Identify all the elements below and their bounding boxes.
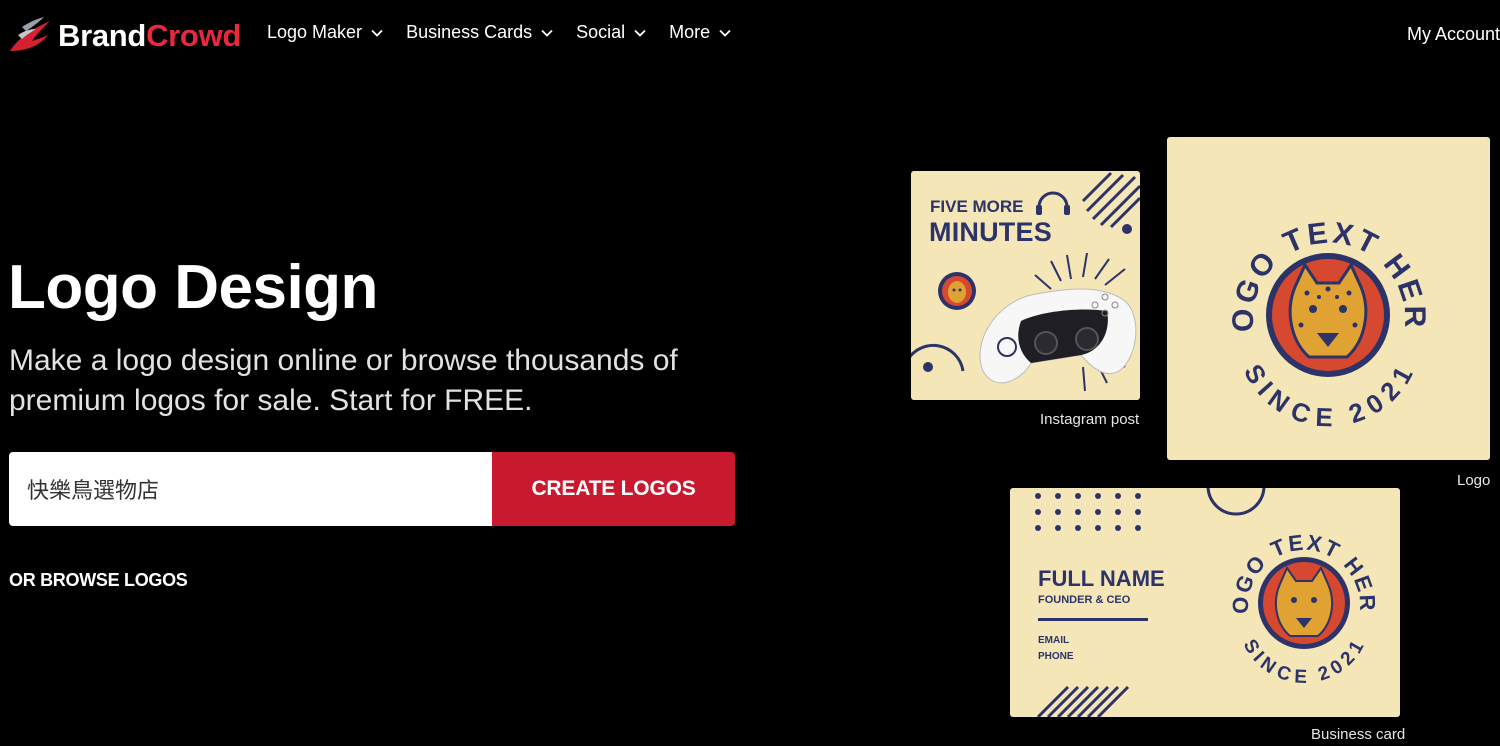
nav-logo-maker-label: Logo Maker <box>267 22 363 42</box>
card-divider <box>1038 618 1148 621</box>
logo-preview[interactable]: LOGO TEXT HERE SINCE 2021 <box>1167 137 1490 460</box>
nav-social[interactable]: Social <box>576 22 647 43</box>
chevron-down-icon <box>541 29 553 37</box>
logo-caption: Logo <box>1457 472 1491 489</box>
logo-search-form: CREATE LOGOS <box>9 452 735 526</box>
card-full-name: FULL NAME <box>1038 566 1165 591</box>
page-title: Logo Design <box>8 253 378 322</box>
instagram-line2: MINUTES <box>929 217 1052 247</box>
brand-part2: Crowd <box>146 18 242 53</box>
top-nav: BrandCrowd Logo Maker Business Cards Soc… <box>0 0 1500 72</box>
nav-more-label: More <box>669 22 711 42</box>
card-role: FOUNDER & CEO <box>1038 594 1131 606</box>
business-card-preview[interactable]: LOGO TEXT HERE SINCE 2021 FULL NAME FOUN… <box>1010 488 1400 717</box>
brand-wordmark: BrandCrowd <box>58 18 241 54</box>
card-phone: PHONE <box>1038 651 1074 662</box>
instagram-post-preview[interactable]: FIVE MORE MINUTES <box>911 171 1140 400</box>
instagram-line1: FIVE MORE <box>930 197 1024 216</box>
brandcrowd-logo[interactable]: BrandCrowd <box>8 14 241 58</box>
nav-business-cards-label: Business Cards <box>406 22 533 42</box>
create-logos-button[interactable]: CREATE LOGOS <box>492 452 735 526</box>
business-card-caption: Business card <box>1311 726 1406 743</box>
hero-subtitle: Make a logo design online or browse thou… <box>9 344 678 417</box>
instagram-post-caption: Instagram post <box>1040 411 1140 428</box>
my-account-link[interactable]: My Account <box>1407 24 1500 45</box>
nav-social-label: Social <box>576 22 626 42</box>
nav-business-cards[interactable]: Business Cards <box>406 22 554 43</box>
chevron-down-icon <box>371 29 383 37</box>
nav-logo-maker[interactable]: Logo Maker <box>267 22 384 43</box>
chevron-down-icon <box>634 29 646 37</box>
card-email: EMAIL <box>1038 635 1070 646</box>
brand-bird-icon <box>10 17 50 51</box>
cheetah-emblem-logo: LOGO TEXT HERE SINCE 2021 <box>1167 137 1428 433</box>
chevron-down-icon <box>719 29 731 37</box>
browse-logos-link[interactable]: OR BROWSE LOGOS <box>9 570 188 591</box>
main-menu: Logo Maker Business Cards Social More <box>267 22 754 43</box>
brand-part1: Brand <box>58 18 147 53</box>
nav-more[interactable]: More <box>669 22 732 43</box>
business-name-input[interactable] <box>9 452 492 526</box>
